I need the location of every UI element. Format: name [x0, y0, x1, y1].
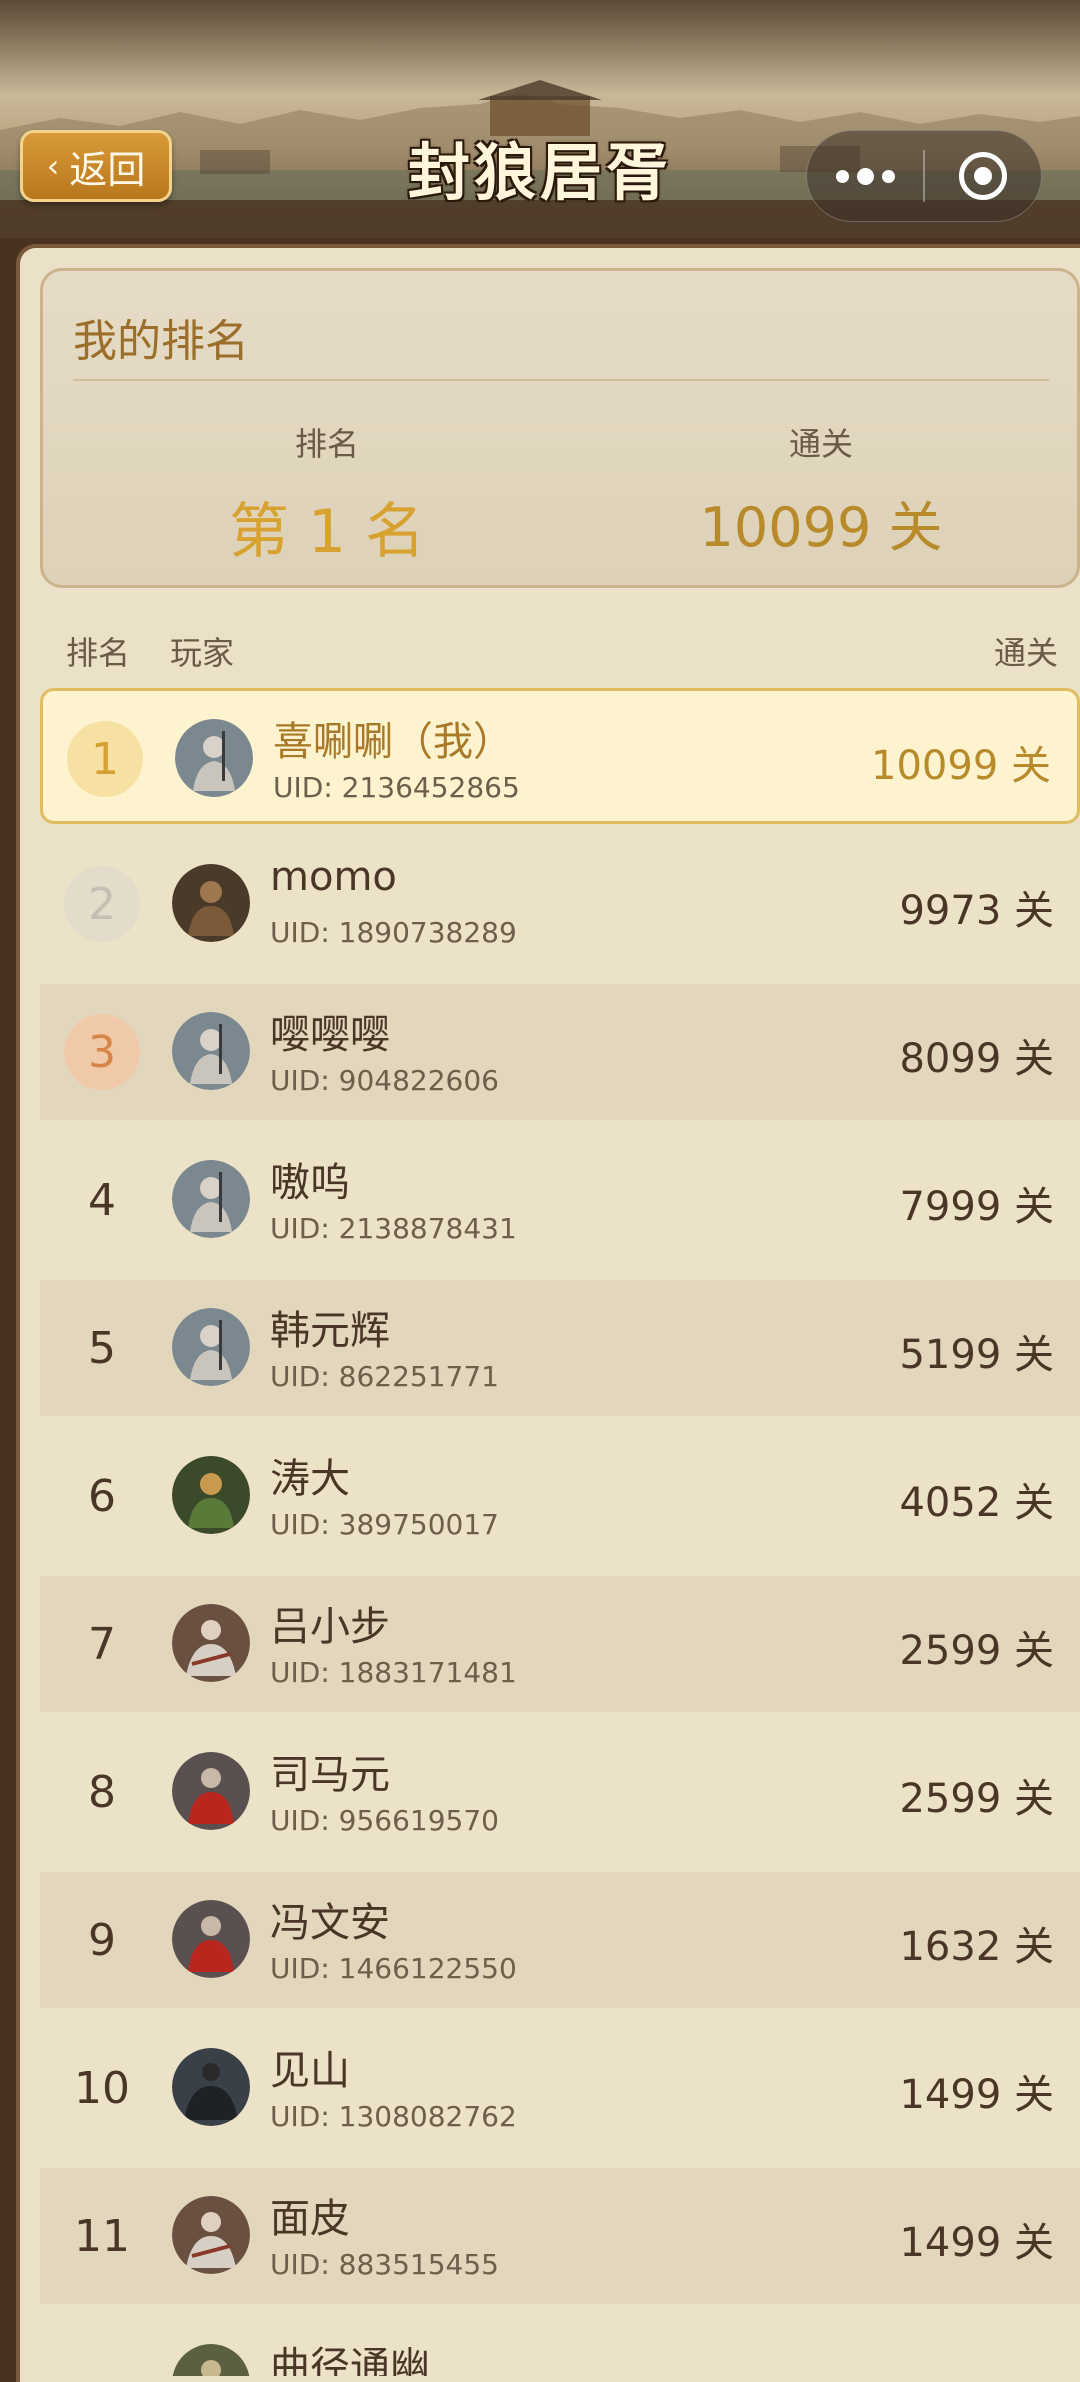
player-name: 冯文安: [270, 1900, 390, 1946]
rank-badge-bronze: 3: [64, 1014, 140, 1090]
list-item[interactable]: 10 见山 UID: 1308082762 1499 关: [40, 2020, 1080, 2156]
avatar: [172, 1160, 250, 1238]
player-score: 2599 关: [899, 1776, 1054, 1822]
player-name: 嘤嘤嘤: [270, 1012, 390, 1058]
player-uid: UID: 389750017: [270, 1508, 499, 1541]
player-uid: UID: 1890738289: [270, 916, 517, 949]
avatar: [172, 2048, 250, 2126]
player-score: 1499 关: [899, 2220, 1054, 2266]
list-item[interactable]: 4 嗷呜 UID: 2138878431 7999 关: [40, 1132, 1080, 1268]
header-pass: 通关: [993, 634, 1058, 672]
my-rank-pass: 通关 10099 关: [611, 419, 1031, 562]
player-score: 1632 关: [899, 1924, 1054, 1970]
player-name: 涛大: [270, 1456, 350, 1502]
player-score: 9973 关: [899, 888, 1054, 934]
avatar: [175, 719, 253, 797]
player-name: 吕小步: [270, 1604, 390, 1650]
list-item[interactable]: 9 冯文安 UID: 1466122550 1632 关: [40, 1872, 1080, 2008]
player-score: 7999 关: [899, 1184, 1054, 1230]
avatar: [172, 2344, 250, 2376]
rank-number: 5: [88, 1322, 116, 1374]
player-name: 喜唰唰（我）: [273, 719, 513, 765]
leaderboard-panel: 我的排名 排名 第 1 名 通关 10099 关 排名 玩家 通关 1 喜唰唰（…: [16, 244, 1080, 2382]
avatar: [172, 2196, 250, 2274]
player-uid: UID: 2136452865: [273, 771, 520, 804]
my-rank-card: 我的排名 排名 第 1 名 通关 10099 关: [40, 268, 1080, 588]
avatar: [172, 1456, 250, 1534]
player-score: 8099 关: [899, 1036, 1054, 1082]
rank-badge-silver: 2: [64, 866, 140, 942]
more-dots-icon[interactable]: [807, 130, 923, 222]
list-header: 排名 玩家 通关: [20, 618, 1080, 678]
rank-value: 第 1 名: [228, 497, 426, 567]
pass-value: 10099 关: [699, 496, 943, 559]
divider: [73, 379, 1049, 381]
player-uid: UID: 1308082762: [270, 2100, 517, 2133]
avatar: [172, 1012, 250, 1090]
list-item[interactable]: 7 吕小步 UID: 1883171481 2599 关: [40, 1576, 1080, 1712]
avatar: [172, 1752, 250, 1830]
list-item[interactable]: 6 涛大 UID: 389750017 4052 关: [40, 1428, 1080, 1564]
my-rank-title: 我的排名: [73, 316, 249, 367]
list-item[interactable]: 2 momo UID: 1890738289 9973 关: [40, 836, 1080, 972]
avatar: [172, 1900, 250, 1978]
player-uid: UID: 2138878431: [270, 1212, 517, 1245]
player-uid: UID: 904822606: [270, 1064, 499, 1097]
avatar: [172, 1604, 250, 1682]
player-score: 2599 关: [899, 1628, 1054, 1674]
player-uid: UID: 862251771: [270, 1360, 499, 1393]
top-bar: ‹ 返回 封狼居胥: [0, 0, 1080, 238]
player-score: 5199 关: [899, 1332, 1054, 1378]
player-name: 韩元辉: [270, 1308, 390, 1354]
avatar: [172, 864, 250, 942]
player-uid: UID: 956619570: [270, 1804, 499, 1837]
player-name: momo: [270, 854, 397, 900]
pass-label: 通关: [788, 425, 853, 463]
list-item[interactable]: 3 嘤嘤嘤 UID: 904822606 8099 关: [40, 984, 1080, 1120]
player-uid: UID: 1466122550: [270, 1952, 517, 1985]
player-name: 面皮: [270, 2196, 350, 2242]
rank-badge-gold: 1: [67, 721, 143, 797]
rank-number: 7: [88, 1618, 116, 1670]
player-name: 嗷呜: [270, 1160, 350, 1206]
list-item[interactable]: 8 司马元 UID: 956619570 2599 关: [40, 1724, 1080, 1860]
player-name: 司马元: [270, 1752, 390, 1798]
player-name: 曲径通幽: [270, 2344, 430, 2376]
header-player: 玩家: [170, 634, 235, 672]
player-score: 4052 关: [899, 1480, 1054, 1526]
list-item[interactable]: 5 韩元辉 UID: 862251771 5199 关: [40, 1280, 1080, 1416]
ranking-list: 1 喜唰唰（我） UID: 2136452865 10099 关 2 momo …: [40, 688, 1080, 2382]
player-name: 见山: [270, 2048, 350, 2094]
player-uid: UID: 1883171481: [270, 1656, 517, 1689]
list-item[interactable]: 1 喜唰唰（我） UID: 2136452865 10099 关: [40, 688, 1080, 824]
player-score: 1499 关: [899, 2072, 1054, 2118]
rank-number: 4: [88, 1174, 116, 1226]
rank-label: 排名: [294, 425, 359, 463]
header-rank: 排名: [66, 634, 131, 672]
list-item[interactable]: 曲径通幽: [40, 2316, 1080, 2376]
my-rank-position: 排名 第 1 名: [117, 419, 537, 570]
target-circle-icon[interactable]: [925, 130, 1041, 222]
rank-number: 9: [88, 1914, 116, 1966]
player-uid: UID: 883515455: [270, 2248, 499, 2281]
rank-number: 8: [88, 1766, 116, 1818]
rank-number: 6: [88, 1470, 116, 1522]
avatar: [172, 1308, 250, 1386]
rank-number: 11: [74, 2210, 130, 2262]
list-item[interactable]: 11 面皮 UID: 883515455 1499 关: [40, 2168, 1080, 2304]
player-score: 10099 关: [871, 743, 1051, 789]
rank-number: 10: [74, 2062, 130, 2114]
mini-program-capsule: [806, 130, 1042, 222]
